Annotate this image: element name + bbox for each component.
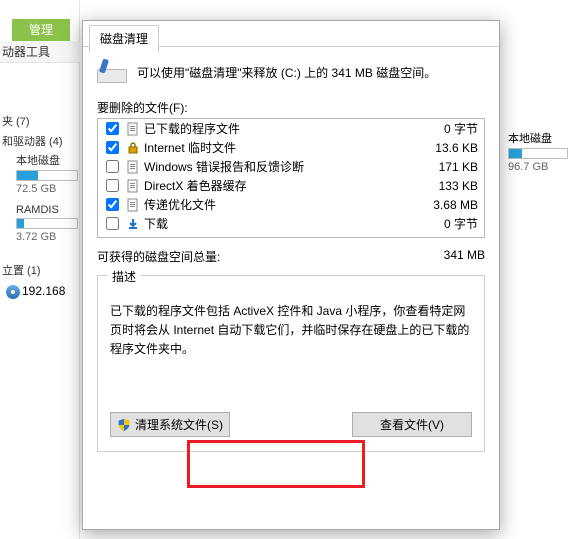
row-checkbox[interactable] (106, 141, 119, 154)
list-item[interactable]: 传递优化文件 3.68 MB (98, 195, 484, 214)
drive-usage-bar (16, 218, 78, 229)
drive-item-local-right[interactable]: 本地磁盘 96.7 GB (508, 130, 574, 173)
network-ip-label: 192.168 (22, 284, 65, 298)
intro-text: 可以使用"磁盘清理"来释放 (C:) 上的 341 MB 磁盘空间。 (137, 64, 436, 81)
ribbon-tab-manage[interactable]: 管理 (12, 19, 70, 41)
list-item[interactable]: 已下载的程序文件0 字节 (98, 119, 484, 138)
totals-label: 可获得的磁盘空间总量: (97, 248, 220, 265)
drive-label: 本地磁盘 (508, 130, 574, 146)
list-item[interactable]: Internet 临时文件 13.6 KB (98, 138, 484, 157)
description-text: 已下载的程序文件包括 ActiveX 控件和 Java 小程序，你查看特定网页时… (110, 302, 472, 390)
view-files-button[interactable]: 查看文件(V) (352, 412, 472, 437)
background-window-left: 管理 动器工具 夹 (7) 和驱动器 (4) 本地磁盘 72.5 GB RAMD… (0, 0, 80, 539)
download-icon (126, 217, 140, 231)
network-location-item[interactable]: 192.168 (6, 284, 78, 299)
row-name: Internet 临时文件 (144, 139, 412, 156)
row-checkbox[interactable] (106, 217, 119, 230)
row-size: 0 字节 (416, 215, 480, 232)
row-size: 13.6 KB (416, 141, 480, 155)
description-group: 描述 已下载的程序文件包括 ActiveX 控件和 Java 小程序，你查看特定… (97, 275, 485, 452)
tab-disk-cleanup[interactable]: 磁盘清理 (89, 25, 159, 53)
row-name: 传递优化文件 (144, 196, 412, 213)
uac-shield-icon (117, 418, 131, 432)
view-files-label: 查看文件(V) (380, 416, 444, 433)
totals-row: 可获得的磁盘空间总量: 341 MB (83, 244, 499, 273)
list-item[interactable]: 下载0 字节 (98, 214, 484, 233)
lock-icon (126, 141, 140, 155)
disk-cleanup-dialog: 磁盘清理 可以使用"磁盘清理"来释放 (C:) 上的 341 MB 磁盘空间。 … (82, 20, 500, 530)
list-item[interactable]: DirectX 着色器缓存 133 KB (98, 176, 484, 195)
nav-group-locations[interactable]: 立置 (1) (2, 262, 41, 278)
row-size: 0 字节 (416, 120, 480, 137)
description-button-row: 清理系统文件(S) 查看文件(V) (110, 412, 472, 437)
row-name: 下载 (144, 215, 412, 232)
file-icon (126, 160, 140, 174)
files-to-delete-label: 要删除的文件(F): (83, 95, 499, 118)
clean-system-files-button[interactable]: 清理系统文件(S) (110, 412, 230, 437)
drive-label: RAMDIS (16, 204, 78, 216)
drive-item-ramdisk[interactable]: RAMDIS 3.72 GB (16, 204, 78, 243)
row-name: 已下载的程序文件 (144, 120, 412, 137)
clean-system-files-label: 清理系统文件(S) (135, 416, 223, 433)
annotation-highlight-box (187, 440, 365, 488)
row-size: 133 KB (416, 179, 480, 193)
row-checkbox[interactable] (106, 122, 119, 135)
intro-row: 可以使用"磁盘清理"来释放 (C:) 上的 341 MB 磁盘空间。 (83, 47, 499, 95)
row-checkbox[interactable] (106, 160, 119, 173)
drive-label: 本地磁盘 (16, 152, 78, 168)
ribbon-subtab-drive-tools[interactable]: 动器工具 (0, 41, 80, 63)
description-legend: 描述 (108, 268, 140, 285)
drive-usage-bar (508, 148, 568, 159)
drive-item-local[interactable]: 本地磁盘 72.5 GB (16, 152, 78, 195)
row-checkbox[interactable] (106, 179, 119, 192)
drive-capacity: 96.7 GB (508, 161, 574, 173)
files-to-delete-list[interactable]: 已下载的程序文件0 字节Internet 临时文件13.6 KBWindows … (97, 118, 485, 238)
background-window-right: 本地磁盘 96.7 GB (508, 130, 574, 173)
totals-value: 341 MB (444, 248, 485, 265)
disk-cleanup-icon (97, 59, 127, 85)
row-name: DirectX 着色器缓存 (144, 177, 412, 194)
drive-capacity: 3.72 GB (16, 231, 78, 243)
nav-group-folders[interactable]: 夹 (7) (2, 113, 30, 129)
dialog-tab-strip: 磁盘清理 (83, 21, 499, 47)
row-size: 3.68 MB (416, 198, 480, 212)
list-item[interactable]: Windows 错误报告和反馈诊断 171 KB (98, 157, 484, 176)
file-icon (126, 179, 140, 193)
row-size: 171 KB (416, 160, 480, 174)
file-icon (126, 198, 140, 212)
row-name: Windows 错误报告和反馈诊断 (144, 158, 412, 175)
nav-group-drives[interactable]: 和驱动器 (4) (2, 133, 63, 149)
drive-usage-bar (16, 170, 78, 181)
globe-icon (6, 285, 20, 299)
drive-capacity: 72.5 GB (16, 183, 78, 195)
file-icon (126, 122, 140, 136)
row-checkbox[interactable] (106, 198, 119, 211)
